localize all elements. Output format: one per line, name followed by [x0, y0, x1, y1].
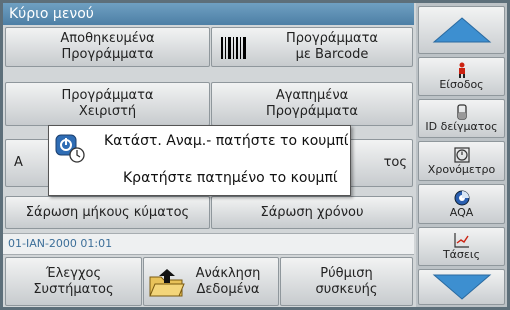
barcode-icon	[221, 37, 246, 59]
login-label: Είσοδος	[439, 78, 484, 91]
dialog-message-line1: Κατάστ. Αναμ.- πατήστε το κουμπί	[104, 133, 349, 149]
instrument-setup-label: Ρύθμιση συσκευής	[315, 265, 378, 297]
instrument-setup-button[interactable]: Ρύθμιση συσκευής	[280, 257, 413, 306]
tube-icon	[456, 104, 467, 120]
barcode-programs-button[interactable]: Προγράμματα με Barcode	[211, 27, 413, 67]
time-scan-label: Σάρωση χρόνου	[260, 204, 364, 220]
page-title: Κύριο μενού	[3, 3, 414, 25]
sample-id-button[interactable]: ID δείγματος	[418, 99, 505, 138]
aqa-label: AQA	[449, 205, 474, 219]
recall-data-button[interactable]: Ανάκληση Δεδομένα	[143, 257, 279, 306]
power-standby-icon	[55, 134, 85, 163]
favorite-programs-label: Αγαπημένα Προγράμματα	[265, 88, 358, 119]
aqa-button[interactable]: AQA	[418, 184, 505, 224]
wavelength-scan-button[interactable]: Σάρωση μήκους κύματος	[5, 196, 210, 229]
scroll-up-button[interactable]	[418, 6, 505, 54]
sidebar: Είσοδος ID δείγματος Χρονόμετρο AQA Τάσε…	[416, 3, 507, 307]
dialog-message-line2: Κρατήστε πατημένο το κουμπί	[123, 170, 338, 186]
stored-programs-label: Αποθηκευμένα Προγράμματα	[60, 31, 155, 62]
chart-trend-icon	[453, 233, 469, 248]
sample-id-label: ID δείγματος	[425, 120, 498, 133]
multi-wavelength-label: τος	[383, 155, 407, 170]
login-button[interactable]: Είσοδος	[418, 57, 505, 96]
barcode-programs-label: Προγράμματα με Barcode	[285, 31, 378, 62]
arrow-up-icon	[432, 17, 491, 43]
stored-programs-button[interactable]: Αποθηκευμένα Προγράμματα	[5, 27, 210, 67]
system-check-label: Έλεγχος Συστήματος	[33, 265, 114, 297]
aqa-icon	[454, 190, 469, 205]
user-programs-button[interactable]: Προγράμματα Χειριστή	[5, 82, 210, 126]
trends-label: Τάσεις	[442, 248, 481, 261]
timer-button[interactable]: Χρονόμετρο	[418, 141, 505, 181]
timer-label: Χρονόμετρο	[427, 162, 496, 176]
single-wavelength-label: Α	[14, 155, 23, 170]
arrow-down-icon	[432, 274, 491, 300]
folder-upload-icon	[149, 269, 185, 297]
time-scan-button[interactable]: Σάρωση χρόνου	[211, 196, 413, 229]
user-programs-label: Προγράμματα Χειριστή	[61, 88, 154, 119]
main-screen: Κύριο μενού Αποθηκευμένα Προγράμματα Προ…	[3, 3, 507, 307]
standby-dialog: Κατάστ. Αναμ.- πατήστε το κουμπί Κρατήστ…	[48, 125, 351, 196]
scroll-down-button[interactable]	[418, 269, 505, 305]
person-icon	[458, 62, 465, 78]
system-check-button[interactable]: Έλεγχος Συστήματος	[5, 257, 142, 306]
datetime-display: 01-ΙΑΝ-2000 01:01	[3, 233, 414, 255]
wavelength-scan-label: Σάρωση μήκους κύματος	[25, 204, 190, 220]
recall-data-label: Ανάκληση Δεδομένα	[195, 265, 261, 297]
stopwatch-icon	[453, 146, 470, 163]
trends-button[interactable]: Τάσεις	[418, 227, 505, 266]
favorite-programs-button[interactable]: Αγαπημένα Προγράμματα	[211, 82, 413, 126]
